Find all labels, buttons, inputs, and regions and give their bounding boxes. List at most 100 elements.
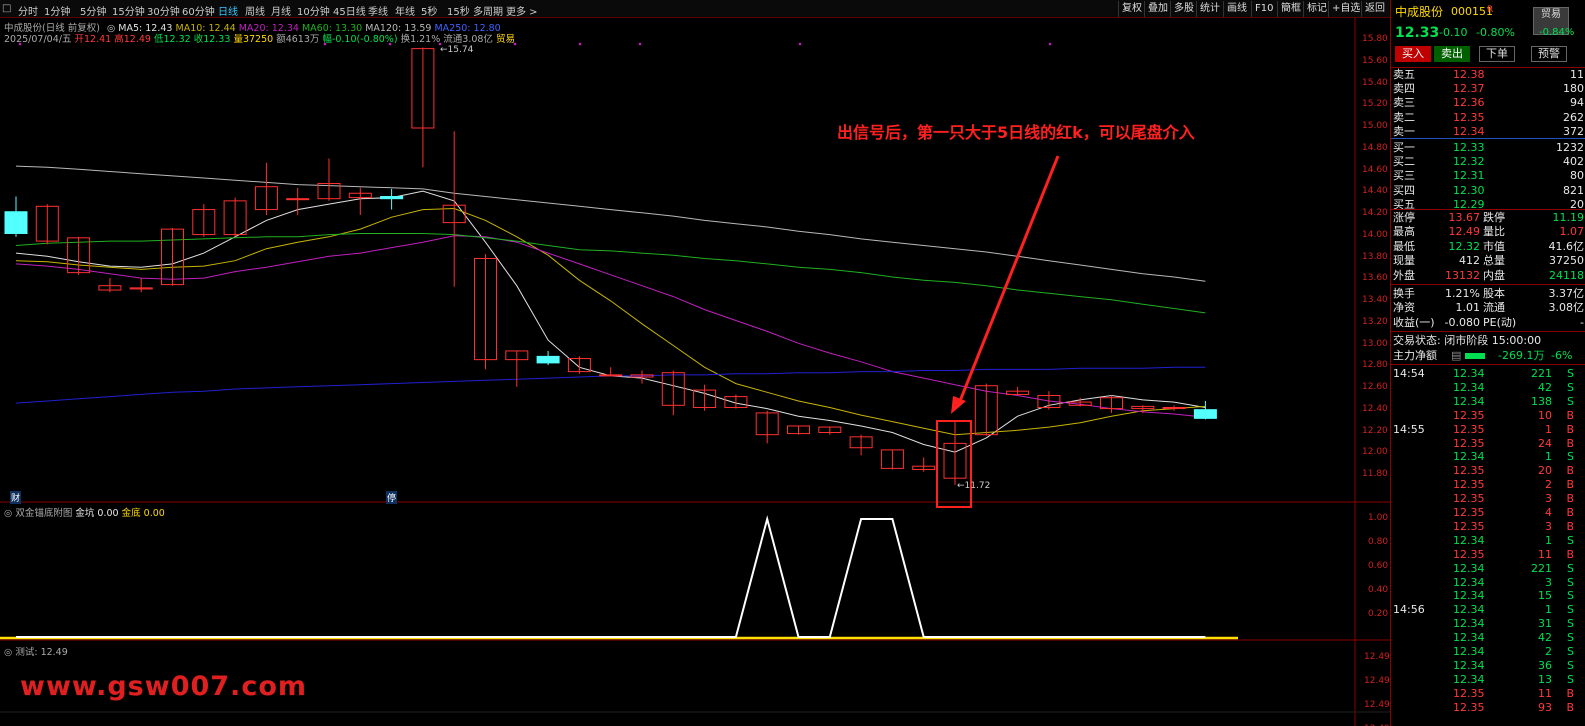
tick-volume: 36 (1538, 658, 1552, 672)
tick-side: S (1567, 631, 1574, 645)
tick-price: 12.34 (1453, 450, 1485, 464)
stat-key: PE(动) (1483, 315, 1517, 329)
stat-key: 股本 (1483, 287, 1505, 300)
price-tick: 14.00 (1362, 229, 1388, 240)
tick-row: 12.34 36 S (1391, 659, 1585, 673)
tick-price: 12.34 (1453, 380, 1485, 394)
event-dot (18, 42, 22, 46)
candle-body (1193, 409, 1217, 419)
stat-value: 12.32 (1448, 239, 1481, 253)
suspend-marker[interactable]: 停 (386, 491, 398, 504)
tick-price: 12.34 (1453, 658, 1485, 672)
price-tick: 14.60 (1362, 164, 1388, 175)
stat-row: 收益(一) -0.080 PE(动) - (1391, 316, 1585, 330)
tick-row: 12.34 42 S (1391, 631, 1585, 645)
tick-side: S (1567, 450, 1574, 464)
tick-time: 14:54 (1393, 367, 1425, 380)
trade-state: 交易状态: 闭市阶段 15:00:00 (1391, 334, 1585, 348)
tick-volume: 15 (1538, 589, 1552, 603)
tick-row: 12.34 13 S (1391, 673, 1585, 687)
annotation-arrow-head (951, 396, 966, 414)
tick-side: B (1566, 464, 1574, 478)
price-tick: 15.80 (1362, 34, 1388, 44)
tick-side: S (1567, 561, 1574, 575)
quote-panel: 中成股份 000151 R 贸易 12.33 -0.10 -0.80% -0.8… (1390, 0, 1585, 726)
main-flow-pct: -6% (1551, 349, 1573, 362)
tick-volume: 1 (1545, 450, 1552, 464)
high-price-value: 15.74 (447, 45, 474, 55)
tick-time: 14:55 (1393, 422, 1425, 436)
price-tick: 13.20 (1362, 316, 1388, 327)
tick-price: 12.35 (1453, 408, 1485, 422)
tick-price: 12.34 (1453, 367, 1485, 380)
price-change: -0.10 (1439, 26, 1468, 39)
tick-volume: 93 (1538, 700, 1552, 714)
indicator1-tick: 0.80 (1368, 537, 1389, 547)
tick-side: B (1566, 408, 1574, 422)
orderbook-price: 12.31 (1453, 169, 1485, 183)
stat-value: - (1580, 315, 1584, 329)
stat-key: 量比 (1483, 225, 1505, 239)
tick-volume: 10 (1538, 408, 1552, 422)
price-tick: 12.60 (1362, 382, 1388, 392)
indicator1-signal-line (16, 515, 1206, 638)
price-tick: 13.60 (1362, 273, 1388, 284)
buy-button[interactable]: 买入 (1395, 46, 1431, 62)
tick-side: B (1566, 506, 1574, 519)
main-flow-icon[interactable]: ▤ (1451, 349, 1461, 363)
orderbook-row[interactable]: 买二 12.32 402 (1391, 155, 1585, 169)
sector-button-label: 贸易 (1541, 9, 1561, 20)
tick-side: S (1567, 672, 1574, 686)
orderbook-volume: 262 (1563, 110, 1584, 124)
tick-side: B (1566, 422, 1574, 436)
sell-button[interactable]: 卖出 (1434, 46, 1470, 62)
price-tick: 13.80 (1362, 251, 1388, 262)
stat-key: 换手 (1393, 287, 1415, 300)
orderbook-row[interactable]: 卖三 12.36 94 (1391, 96, 1585, 110)
alert-button[interactable]: 预警 (1531, 46, 1567, 62)
tick-volume: 24 (1538, 436, 1552, 450)
stat-value: 12.49 (1448, 225, 1481, 239)
tick-row: 12.34 3 S (1391, 576, 1585, 590)
indicator1-key2: 金底 (121, 508, 141, 519)
stat-key: 涨停 (1393, 211, 1415, 224)
orderbook-label: 买一 (1393, 141, 1415, 154)
indicator2-settings-icon[interactable]: ◎ (4, 647, 12, 658)
tick-row: 14:55 12.35 1 B (1391, 423, 1585, 437)
orderbook-row[interactable]: 买四 12.30 821 (1391, 184, 1585, 198)
low-price-value: 11.72 (964, 481, 991, 491)
stat-key: 现量 (1393, 254, 1415, 268)
orderbook-label: 买二 (1393, 155, 1415, 169)
kline-chart[interactable] (0, 0, 1390, 726)
orderbook-row[interactable]: 卖四 12.37 180 (1391, 82, 1585, 96)
stat-key: 净资 (1393, 301, 1415, 315)
tick-volume: 31 (1538, 617, 1552, 631)
tick-price: 12.34 (1453, 561, 1485, 575)
orderbook-row[interactable]: 买三 12.31 80 (1391, 169, 1585, 183)
order-button[interactable]: 下单 (1479, 46, 1515, 62)
tick-row: 12.34 138 S (1391, 395, 1585, 409)
orderbook-price: 12.37 (1453, 82, 1485, 96)
indicator2-value: : 12.49 (34, 647, 68, 658)
stat-value: 13132 (1445, 268, 1480, 282)
stat-key: 最高 (1393, 225, 1415, 239)
indicator1-settings-icon[interactable]: ◎ (4, 508, 12, 519)
orderbook-price: 12.38 (1453, 68, 1485, 81)
stat-value: 37250 (1549, 254, 1584, 268)
tick-volume: 221 (1531, 367, 1552, 380)
indicator2-tick: 12.49 (1364, 676, 1390, 686)
finance-marker[interactable]: 财 (10, 491, 22, 504)
orderbook-row[interactable]: 卖一 12.34 372 (1391, 125, 1585, 139)
tick-side: B (1566, 478, 1574, 492)
tick-price: 12.35 (1453, 436, 1485, 450)
orderbook-row[interactable]: 卖二 12.35 262 (1391, 111, 1585, 125)
price-tick: 12.00 (1362, 447, 1388, 458)
tick-row: 12.35 3 B (1391, 520, 1585, 534)
orderbook-row[interactable]: 卖五 12.38 11 (1391, 68, 1585, 82)
orderbook-row[interactable]: 买一 12.33 1232 (1391, 141, 1585, 155)
tick-row: 12.34 42 S (1391, 381, 1585, 395)
tick-side: S (1567, 603, 1574, 617)
tick-price: 12.34 (1453, 533, 1485, 547)
orderbook-volume: 80 (1570, 169, 1584, 183)
tick-side: S (1567, 589, 1574, 603)
